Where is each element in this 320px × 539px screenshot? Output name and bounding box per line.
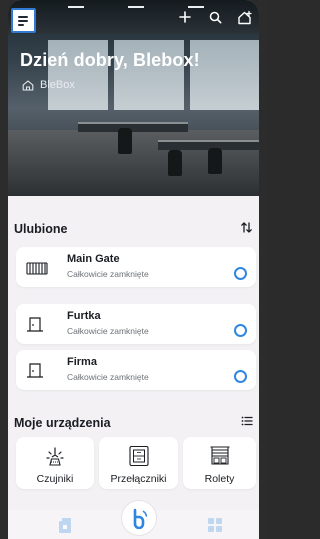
tile-label: Przełączniki: [110, 473, 167, 485]
tile-label: Rolety: [204, 473, 235, 485]
header-actions: [177, 9, 253, 25]
list-icon[interactable]: [241, 415, 253, 430]
devices-title: Moje urządzenia: [14, 416, 111, 430]
location-selector[interactable]: BleBox: [22, 79, 75, 91]
header-hero-image: [8, 0, 259, 196]
hero-chair: [168, 150, 182, 176]
location-label: BleBox: [40, 79, 75, 91]
device-name: Main Gate: [67, 253, 120, 265]
door-icon: [27, 317, 43, 332]
menu-icon-line: [18, 23, 24, 26]
sort-icon[interactable]: [240, 221, 253, 237]
device-edge-right: [259, 0, 267, 539]
tile-label: Czujniki: [36, 473, 74, 485]
blinds-icon: [210, 446, 229, 465]
device-edge-left: [0, 0, 8, 539]
status-ring-icon[interactable]: [234, 324, 247, 337]
hero-chair: [208, 148, 222, 174]
app-screen: Dzień dobry, Blebox! BleBox Ulubione Mai…: [8, 0, 259, 539]
favorites-title: Ulubione: [14, 222, 68, 236]
device-name: Firma: [67, 356, 97, 368]
favorite-card-main-gate[interactable]: Main Gate Całkowicie zamknięte: [16, 247, 256, 287]
device-category-blinds[interactable]: Rolety: [183, 437, 256, 489]
door-icon: [27, 363, 43, 378]
devices-nav-icon[interactable]: [56, 516, 74, 534]
status-ring-icon[interactable]: [234, 267, 247, 280]
menu-icon-line: [18, 19, 28, 22]
hero-lamp: [128, 6, 144, 8]
search-icon[interactable]: [207, 9, 223, 25]
blebox-home-button[interactable]: [121, 500, 157, 536]
device-category-switches[interactable]: Przełączniki: [99, 437, 178, 489]
dashboard-nav-icon[interactable]: [206, 516, 224, 534]
greeting-title: Dzień dobry, Blebox!: [20, 50, 200, 70]
device-state: Całkowicie zamknięte: [67, 326, 149, 336]
device-name: Furtka: [67, 310, 101, 322]
hero-lamp: [188, 6, 204, 8]
home-settings-icon[interactable]: [237, 9, 253, 25]
menu-icon: [18, 15, 28, 18]
hero-desk: [78, 122, 188, 132]
favorite-card-firma[interactable]: Firma Całkowicie zamknięte: [16, 350, 256, 390]
hero-lamp: [68, 6, 84, 8]
hero-chair: [118, 128, 132, 154]
blebox-logo-icon: [133, 508, 148, 529]
hero-window: [190, 40, 259, 110]
device-state: Całkowicie zamknięte: [67, 372, 149, 382]
favorite-card-furtka[interactable]: Furtka Całkowicie zamknięte: [16, 304, 256, 344]
status-ring-icon[interactable]: [234, 370, 247, 383]
switch-icon: [128, 445, 149, 467]
menu-button[interactable]: [11, 8, 36, 33]
sensor-icon: [46, 447, 64, 466]
gate-icon: [26, 262, 48, 275]
plus-icon[interactable]: [177, 9, 193, 25]
device-state: Całkowicie zamknięte: [67, 269, 149, 279]
home-icon: [22, 79, 34, 91]
device-category-sensors[interactable]: Czujniki: [16, 437, 94, 489]
